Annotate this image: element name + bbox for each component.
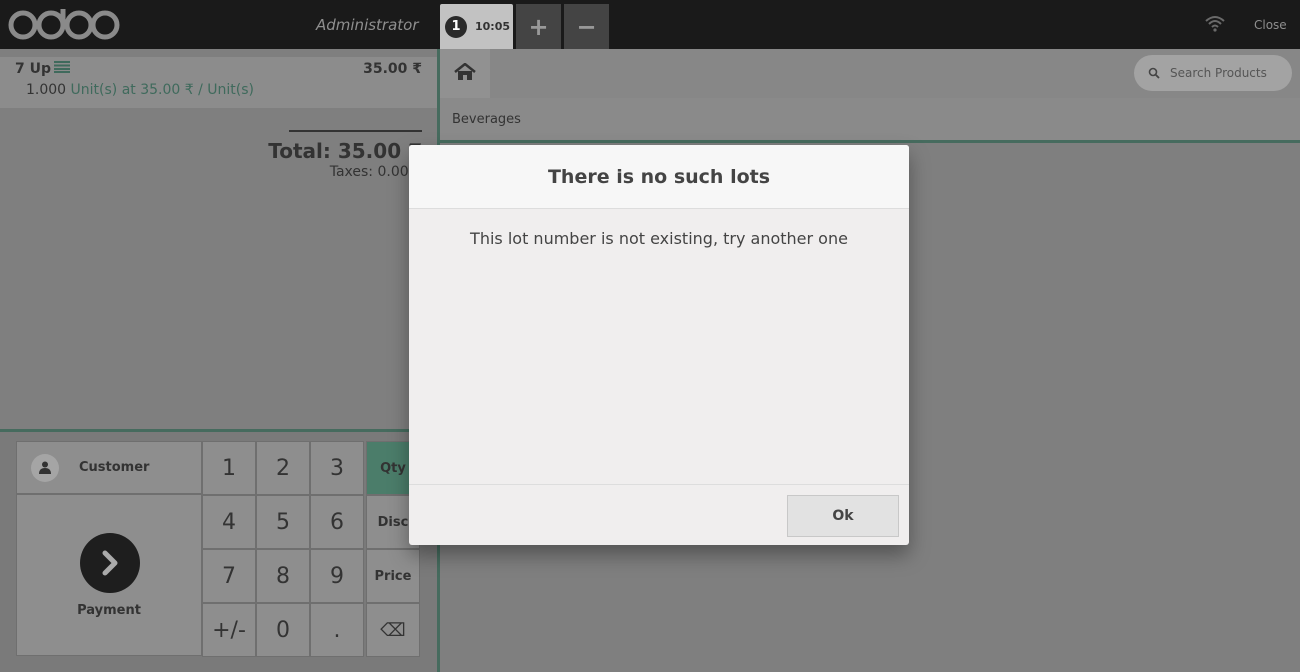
wifi-icon <box>1204 14 1226 36</box>
ok-button[interactable]: Ok <box>787 495 899 537</box>
odoo-logo <box>8 4 120 44</box>
orderline-quantity: 1.000 <box>26 82 67 98</box>
numpad-key-3[interactable]: 3 <box>310 441 364 495</box>
control-pad: Customer Payment 1 2 3 Qty 4 5 6 Disc 7 … <box>0 429 437 672</box>
breadcrumb: Beverages <box>440 98 1300 143</box>
orderline-product: 7 Up <box>15 61 71 77</box>
numpad-key-1[interactable]: 1 <box>202 441 256 495</box>
numpad-key-8[interactable]: 8 <box>256 549 310 603</box>
payment-label: Payment <box>77 603 141 618</box>
add-order-button[interactable]: + <box>516 4 561 49</box>
dialog-title: There is no such lots <box>409 145 909 209</box>
chevron-right-icon <box>80 533 140 593</box>
summary-divider <box>289 130 422 132</box>
order-summary: Total: 35.00 ₹ Taxes: 0.00 ₹ <box>268 130 422 180</box>
numpad-key-sign[interactable]: +/- <box>202 603 256 657</box>
remove-order-button[interactable]: − <box>564 4 609 49</box>
top-header: Administrator 1 10:05 + − Close <box>0 0 1300 49</box>
customer-button[interactable]: Customer <box>16 441 202 494</box>
numpad-key-4[interactable]: 4 <box>202 495 256 549</box>
username-label: Administrator <box>316 16 419 34</box>
numpad-key-6[interactable]: 6 <box>310 495 364 549</box>
breadcrumb-category[interactable]: Beverages <box>452 112 521 127</box>
search-input[interactable]: Search Products <box>1170 66 1267 80</box>
minus-icon: − <box>576 12 597 41</box>
numpad-key-2[interactable]: 2 <box>256 441 310 495</box>
order-total: Total: 35.00 ₹ <box>268 139 422 163</box>
product-toolbar: Search Products <box>440 49 1300 98</box>
error-dialog: There is no such lots This lot number is… <box>409 145 909 545</box>
dialog-footer: Ok <box>409 484 909 545</box>
order-number-badge: 1 <box>445 15 467 38</box>
order-taxes: Taxes: 0.00 ₹ <box>329 164 422 180</box>
numpad-key-9[interactable]: 9 <box>310 549 364 603</box>
dialog-message: This lot number is not existing, try ano… <box>470 229 848 248</box>
search-products-field[interactable]: Search Products <box>1134 55 1292 91</box>
numpad-key-0[interactable]: 0 <box>256 603 310 657</box>
home-icon <box>454 61 476 85</box>
orderline-price: 35.00 ₹ <box>363 61 422 77</box>
payment-button[interactable]: Payment <box>16 494 202 656</box>
orderline-unit-info: Unit(s) at 35.00 ₹ / Unit(s) <box>70 82 255 98</box>
user-icon <box>31 453 59 482</box>
lot-list-icon[interactable] <box>54 61 71 77</box>
mode-price-button[interactable]: Price <box>366 549 420 603</box>
order-pane: 7 Up 35.00 ₹ 1.000 Unit(s) at 35.00 ₹ / … <box>0 49 437 672</box>
orderline-info: 1.000 Unit(s) at 35.00 ₹ / Unit(s) <box>26 82 254 98</box>
numpad-key-7[interactable]: 7 <box>202 549 256 603</box>
plus-icon: + <box>528 12 549 41</box>
backspace-icon: ⌫ <box>380 619 406 641</box>
orderline[interactable]: 7 Up 35.00 ₹ 1.000 Unit(s) at 35.00 ₹ / … <box>0 57 437 108</box>
customer-label: Customer <box>79 460 150 475</box>
orderline-product-name: 7 Up <box>15 61 52 77</box>
order-time: 10:05 <box>475 20 511 33</box>
numpad-key-dot[interactable]: . <box>310 603 364 657</box>
home-button[interactable] <box>440 49 490 98</box>
numpad-key-5[interactable]: 5 <box>256 495 310 549</box>
close-button[interactable]: Close <box>1254 18 1287 32</box>
backspace-button[interactable]: ⌫ <box>366 603 420 657</box>
order-tab-1[interactable]: 1 10:05 <box>440 4 513 49</box>
search-icon <box>1148 64 1160 83</box>
